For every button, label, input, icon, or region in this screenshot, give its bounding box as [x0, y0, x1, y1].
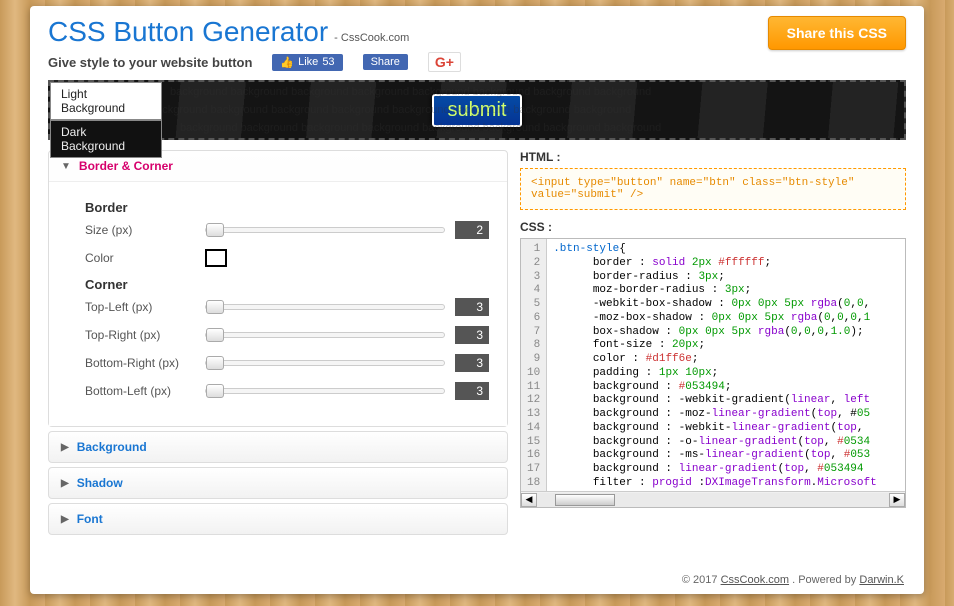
tr-slider[interactable]: [205, 332, 445, 338]
bl-value: 3: [455, 382, 489, 400]
fb-like-button[interactable]: 👍 Like 53: [272, 54, 342, 71]
tagline: Give style to your website button: [48, 55, 252, 70]
slider-thumb[interactable]: [206, 223, 224, 237]
share-css-button[interactable]: Share this CSS: [768, 16, 906, 50]
color-label: Color: [85, 251, 205, 265]
footer: © 2017 CssCook.com . Powered by Darwin.K: [682, 574, 904, 586]
gplus-button[interactable]: G+: [428, 52, 461, 72]
tl-value: 3: [455, 298, 489, 316]
scroll-right-arrow[interactable]: ▶: [889, 493, 905, 507]
accordion-shadow[interactable]: ▶ Shadow: [48, 467, 508, 499]
tr-label: Top-Right (px): [85, 328, 205, 342]
code-lines: .btn-style{ border : solid 2px #ffffff; …: [547, 239, 883, 508]
accordion-border-corner[interactable]: ▼ Border & Corner Border Size (px) 2 Col…: [48, 150, 508, 427]
accordion-label: Shadow: [77, 476, 123, 490]
bl-label: Bottom-Left (px): [85, 384, 205, 398]
tr-value: 3: [455, 326, 489, 344]
accordion-label: Border & Corner: [79, 159, 173, 173]
br-slider[interactable]: [205, 360, 445, 366]
slider-thumb[interactable]: [206, 356, 224, 370]
bl-slider[interactable]: [205, 388, 445, 394]
tl-slider[interactable]: [205, 304, 445, 310]
size-value: 2: [455, 221, 489, 239]
size-slider[interactable]: [205, 227, 445, 233]
html-code-block[interactable]: <input type="button" name="btn" class="b…: [520, 168, 906, 210]
page-title: CSS Button Generator: [48, 16, 328, 48]
footer-author-link[interactable]: Darwin.K: [859, 574, 904, 586]
tl-label: Top-Left (px): [85, 300, 205, 314]
slider-thumb[interactable]: [206, 328, 224, 342]
light-background-toggle[interactable]: Light Background: [50, 82, 162, 120]
color-picker[interactable]: [205, 249, 227, 267]
accordion-font[interactable]: ▶ Font: [48, 503, 508, 535]
accordion-label: Font: [77, 512, 103, 526]
chevron-right-icon: ▶: [61, 442, 69, 453]
site-suffix: - CssCook.com: [334, 32, 409, 44]
fb-share-button[interactable]: Share: [363, 54, 408, 70]
border-heading: Border: [85, 200, 489, 215]
accordion-background[interactable]: ▶ Background: [48, 431, 508, 463]
chevron-down-icon: ▼: [61, 161, 71, 172]
css-code-label: CSS :: [520, 220, 906, 234]
horizontal-scrollbar[interactable]: ◀ ▶: [521, 491, 905, 507]
br-value: 3: [455, 354, 489, 372]
footer-site-link[interactable]: CssCook.com: [721, 574, 789, 586]
line-gutter: 1234567891011121314151617181920: [521, 239, 547, 508]
preview-area: background background background backgro…: [48, 80, 906, 140]
br-label: Bottom-Right (px): [85, 356, 205, 370]
scroll-thumb[interactable]: [555, 494, 615, 506]
chevron-right-icon: ▶: [61, 478, 69, 489]
slider-thumb[interactable]: [206, 384, 224, 398]
css-code-block[interactable]: 1234567891011121314151617181920 .btn-sty…: [520, 238, 906, 508]
preview-submit-button[interactable]: submit: [432, 94, 523, 127]
html-code-label: HTML :: [520, 150, 906, 164]
corner-heading: Corner: [85, 277, 489, 292]
thumbs-up-icon: 👍: [280, 56, 294, 69]
slider-thumb[interactable]: [206, 300, 224, 314]
size-label: Size (px): [85, 223, 205, 237]
chevron-right-icon: ▶: [61, 514, 69, 525]
accordion-label: Background: [77, 440, 147, 454]
dark-background-toggle[interactable]: Dark Background: [50, 120, 162, 158]
scroll-track[interactable]: [537, 493, 889, 507]
scroll-left-arrow[interactable]: ◀: [521, 493, 537, 507]
